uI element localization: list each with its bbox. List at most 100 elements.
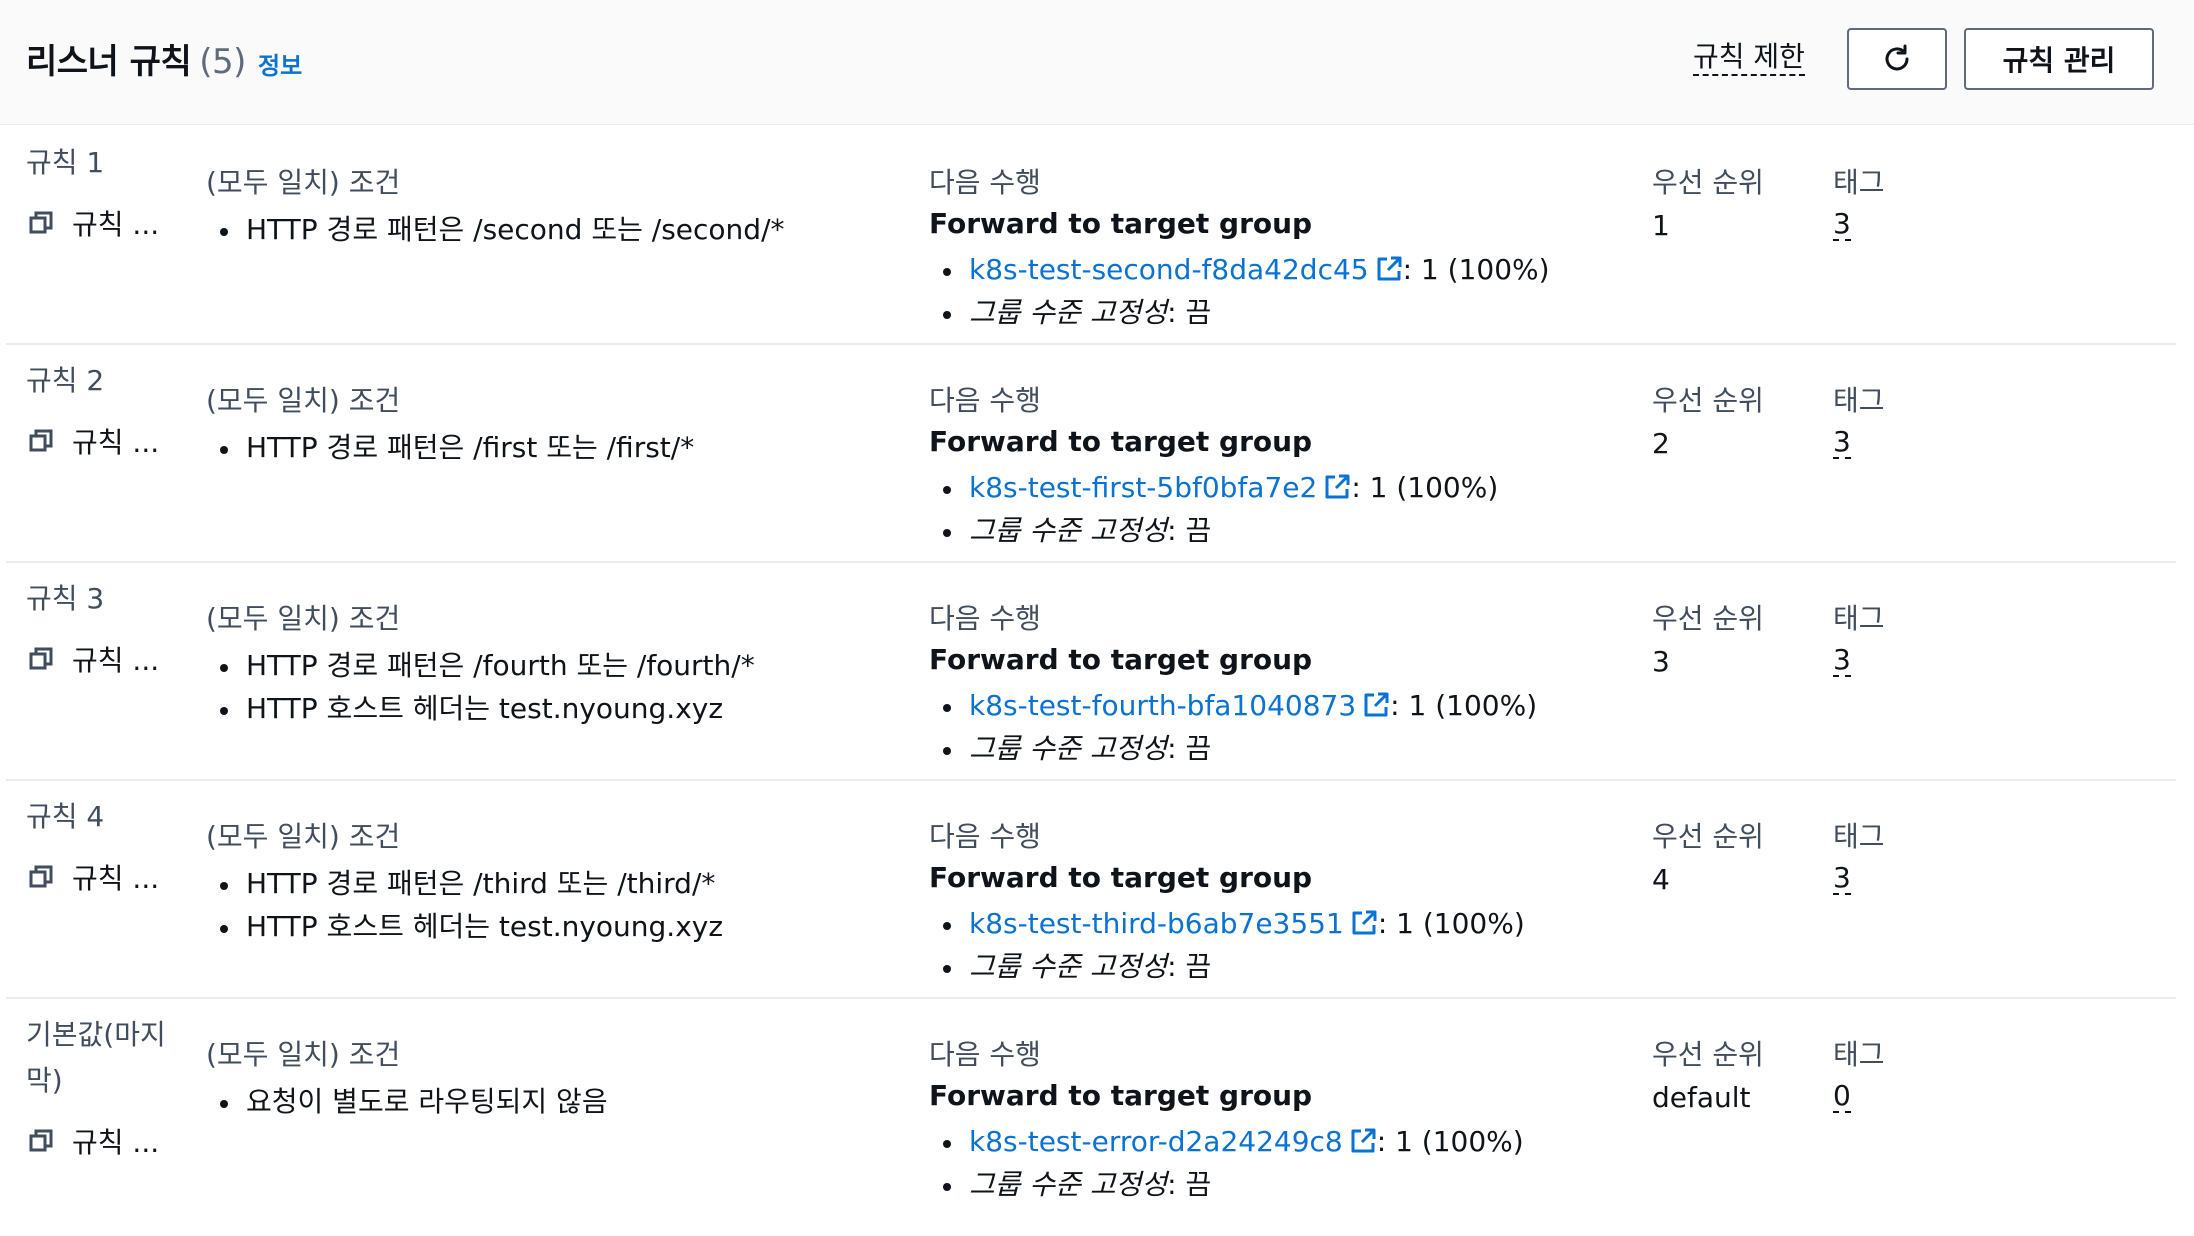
- rule-limits-link[interactable]: 규칙 제한: [1693, 40, 1805, 76]
- action-title: Forward to target group: [929, 643, 1313, 676]
- stickiness-value: : 끔: [1167, 950, 1212, 983]
- manage-rules-button[interactable]: 규칙 관리: [1964, 28, 2154, 90]
- stickiness-item: 그룹 수준 고정성: 끔: [929, 946, 1525, 989]
- action-title: Forward to target group: [929, 207, 1313, 240]
- conditions-list: 요청이 별도로 라우팅되지 않음: [206, 1081, 608, 1124]
- action-label: 다음 수행: [929, 166, 1041, 199]
- action-title: Forward to target group: [929, 425, 1313, 458]
- priority-value: 1: [1652, 209, 1670, 242]
- target-group-link[interactable]: k8s-test-third-b6ab7e3551: [969, 907, 1344, 940]
- target-weight: : 1 (100%): [1402, 253, 1550, 286]
- rule-row: 규칙 3 규칙 ... (모두 일치) 조건 HTTP 경로 패턴은 /fourth …: [6, 561, 2176, 781]
- copy-icon[interactable]: [28, 864, 54, 890]
- rules-header: 리스너 규칙 (5) 정보 규칙 제한 규칙 관리: [0, 0, 2194, 125]
- rule-arn-label: 규칙 ...: [72, 862, 160, 895]
- title-text: 리스너 규칙: [26, 42, 192, 82]
- rule-row: 기본값(마지막) 규칙 ... (모두 일치) 조건 요청이 별도로 라우팅되지 않음…: [6, 997, 2176, 1236]
- stickiness-value: : 끔: [1167, 1168, 1212, 1201]
- stickiness-label: 그룹 수준 고정성: [969, 296, 1168, 329]
- tags-count-link[interactable]: 0: [1833, 1081, 1851, 1113]
- priority-value: default: [1652, 1081, 1751, 1114]
- action-details: k8s-test-second-f8da42dc45 : 1 (100%) 그룹 수…: [929, 249, 1550, 335]
- target-weight: : 1 (100%): [1351, 471, 1499, 504]
- action-title: Forward to target group: [929, 861, 1313, 894]
- rule-arn-copy[interactable]: 규칙 ...: [28, 203, 159, 243]
- action-details: k8s-test-first-5bf0bfa7e2 : 1 (100%) 그룹 수준…: [929, 467, 1498, 553]
- rule-row: 규칙 2 규칙 ... (모두 일치) 조건 HTTP 경로 패턴은 /first 또…: [6, 343, 2176, 563]
- stickiness-item: 그룹 수준 고정성: 끔: [929, 292, 1550, 335]
- rule-name: 규칙 1: [26, 146, 105, 179]
- stickiness-item: 그룹 수준 고정성: 끔: [929, 728, 1537, 771]
- rule-arn-label: 규칙 ...: [72, 208, 160, 241]
- stickiness-item: 그룹 수준 고정성: 끔: [929, 510, 1498, 553]
- target-weight: : 1 (100%): [1376, 1125, 1524, 1158]
- target-group-item: k8s-test-first-5bf0bfa7e2 : 1 (100%): [929, 467, 1498, 510]
- page-title: 리스너 규칙 (5): [26, 34, 246, 83]
- rule-name: 규칙 3: [26, 582, 105, 615]
- tags-count-link[interactable]: 3: [1833, 863, 1851, 895]
- tags-count-link[interactable]: 3: [1833, 209, 1851, 241]
- tags-count-link[interactable]: 3: [1833, 427, 1851, 459]
- target-group-item: k8s-test-second-f8da42dc45 : 1 (100%): [929, 249, 1550, 292]
- rule-arn-copy[interactable]: 규칙 ...: [28, 421, 159, 461]
- external-link-icon[interactable]: [1349, 1127, 1377, 1155]
- info-link[interactable]: 정보: [258, 46, 302, 81]
- tags-count-link[interactable]: 3: [1833, 645, 1851, 677]
- action-details: k8s-test-error-d2a24249c8 : 1 (100%) 그룹 수준…: [929, 1121, 1524, 1207]
- stickiness-label: 그룹 수준 고정성: [969, 1168, 1168, 1201]
- rule-arn-copy[interactable]: 규칙 ...: [28, 639, 159, 679]
- priority-label: 우선 순위: [1652, 384, 1764, 417]
- action-label: 다음 수행: [929, 1038, 1041, 1071]
- external-link-icon[interactable]: [1362, 691, 1390, 719]
- condition-item: HTTP 호스트 헤더는 test.nyoung.xyz: [206, 688, 755, 731]
- stickiness-value: : 끔: [1167, 296, 1212, 329]
- target-group-item: k8s-test-error-d2a24249c8 : 1 (100%): [929, 1121, 1524, 1164]
- action-details: k8s-test-fourth-bfa1040873: 1 (100%) 그룹 수…: [929, 685, 1537, 771]
- conditions-list: HTTP 경로 패턴은 /fourth 또는 /fourth/* HTTP 호스트…: [206, 645, 755, 731]
- stickiness-label: 그룹 수준 고정성: [969, 950, 1168, 983]
- priority-label: 우선 순위: [1652, 166, 1764, 199]
- priority-label: 우선 순위: [1652, 1038, 1764, 1071]
- tags-label: 태그: [1833, 384, 1885, 417]
- copy-icon[interactable]: [28, 428, 54, 454]
- rule-name: 규칙 2: [26, 364, 105, 397]
- action-label: 다음 수행: [929, 820, 1041, 853]
- rule-row: 규칙 4 규칙 ... (모두 일치) 조건 HTTP 경로 패턴은 /third 또…: [6, 779, 2176, 999]
- rule-name: 규칙 4: [26, 800, 105, 833]
- target-group-link[interactable]: k8s-test-fourth-bfa1040873: [969, 689, 1356, 722]
- condition-item: HTTP 경로 패턴은 /second 또는 /second/*: [206, 209, 785, 252]
- rule-count: (5): [199, 42, 246, 82]
- rule-arn-copy[interactable]: 규칙 ...: [28, 857, 159, 897]
- conditions-label: (모두 일치) 조건: [206, 602, 401, 635]
- condition-item: HTTP 호스트 헤더는 test.nyoung.xyz: [206, 906, 723, 949]
- action-label: 다음 수행: [929, 602, 1041, 635]
- conditions-list: HTTP 경로 패턴은 /first 또는 /first/*: [206, 427, 694, 470]
- copy-icon[interactable]: [28, 210, 54, 236]
- condition-item: HTTP 경로 패턴은 /first 또는 /first/*: [206, 427, 694, 470]
- rule-arn-label: 규칙 ...: [72, 644, 160, 677]
- rule-row: 규칙 1 규칙 ... (모두 일치) 조건 HTTP 경로 패턴은 /second …: [6, 125, 2176, 345]
- action-details: k8s-test-third-b6ab7e3551 : 1 (100%) 그룹 수준…: [929, 903, 1525, 989]
- tags-label: 태그: [1833, 602, 1885, 635]
- rule-arn-label: 규칙 ...: [72, 1126, 160, 1159]
- external-link-icon[interactable]: [1323, 473, 1351, 501]
- priority-value: 2: [1652, 427, 1670, 460]
- rule-arn-label: 규칙 ...: [72, 426, 160, 459]
- tags-label: 태그: [1833, 1038, 1885, 1071]
- conditions-label: (모두 일치) 조건: [206, 820, 401, 853]
- action-label: 다음 수행: [929, 384, 1041, 417]
- priority-label: 우선 순위: [1652, 602, 1764, 635]
- condition-item: HTTP 경로 패턴은 /third 또는 /third/*: [206, 863, 723, 906]
- target-weight: : 1 (100%): [1377, 907, 1525, 940]
- target-group-link[interactable]: k8s-test-error-d2a24249c8: [969, 1125, 1343, 1158]
- external-link-icon[interactable]: [1350, 909, 1378, 937]
- target-group-link[interactable]: k8s-test-second-f8da42dc45: [969, 253, 1369, 286]
- copy-icon[interactable]: [28, 1128, 54, 1154]
- stickiness-item: 그룹 수준 고정성: 끔: [929, 1164, 1524, 1207]
- refresh-button[interactable]: [1847, 28, 1947, 90]
- external-link-icon[interactable]: [1375, 255, 1403, 283]
- stickiness-label: 그룹 수준 고정성: [969, 514, 1168, 547]
- target-group-link[interactable]: k8s-test-first-5bf0bfa7e2: [969, 471, 1317, 504]
- copy-icon[interactable]: [28, 646, 54, 672]
- rule-arn-copy[interactable]: 규칙 ...: [28, 1121, 159, 1161]
